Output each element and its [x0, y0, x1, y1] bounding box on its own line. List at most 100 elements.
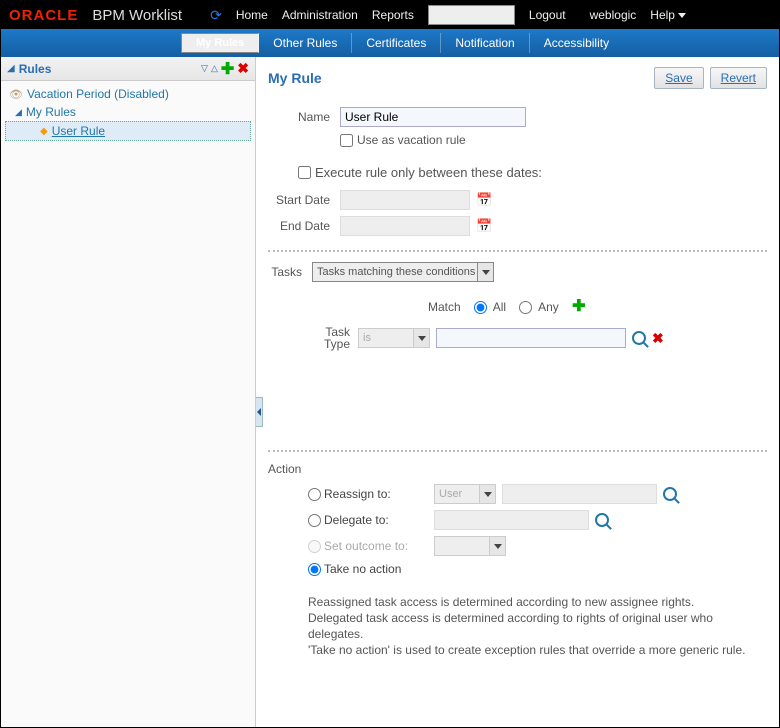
reassign-type-select[interactable]: User	[434, 484, 496, 504]
tree-label: My Rules	[26, 105, 76, 119]
execute-dates-checkbox[interactable]	[298, 166, 311, 179]
match-all-label: All	[493, 300, 506, 314]
revert-button[interactable]: Revert	[710, 67, 767, 89]
chevron-down-icon	[678, 13, 686, 18]
name-label: Name	[268, 110, 340, 124]
collapse-sidebar-handle[interactable]	[256, 397, 263, 427]
page-title: My Rule	[268, 70, 648, 86]
remove-condition-icon[interactable]: ✖	[652, 330, 664, 347]
calendar-icon[interactable]: 📅	[476, 218, 492, 234]
nav-home[interactable]: Home	[236, 8, 268, 22]
noaction-radio[interactable]	[308, 563, 321, 576]
name-input[interactable]	[340, 107, 526, 127]
tab-my-rules[interactable]: My Rules	[181, 33, 259, 53]
help-line: Delegated task access is determined acco…	[308, 610, 767, 642]
rules-tree: 👁 Vacation Period (Disabled) ◢ My Rules …	[1, 81, 255, 145]
name-row: Name	[268, 107, 767, 127]
chevron-down-icon	[477, 263, 493, 281]
chevron-down-icon	[479, 485, 495, 503]
tree-user-rule[interactable]: ◆ User Rule	[5, 121, 251, 141]
delegate-input[interactable]	[434, 510, 589, 530]
divider	[268, 250, 767, 252]
help-line: Reassigned task access is determined acc…	[308, 594, 767, 610]
sort-asc-icon[interactable]: ▽	[201, 63, 208, 74]
end-date-input[interactable]	[340, 216, 470, 236]
rules-panel-title: Rules	[19, 62, 198, 76]
start-date-input[interactable]	[340, 190, 470, 210]
outcome-row: Set outcome to:	[308, 536, 767, 556]
rules-panel-header: ◢ Rules ▽ △ ✚ ✖	[1, 57, 255, 81]
tab-certificates[interactable]: Certificates	[352, 33, 441, 53]
app-title: BPM Worklist	[92, 7, 182, 24]
eye-icon: 👁	[9, 88, 23, 101]
tree-my-rules[interactable]: ◢ My Rules	[5, 103, 251, 121]
reassign-radio[interactable]	[308, 488, 321, 501]
collapse-icon[interactable]: ◢	[7, 63, 15, 74]
add-rule-icon[interactable]: ✚	[221, 59, 234, 79]
noaction-row: Take no action	[308, 562, 767, 576]
nav-preferences[interactable]: Preferences	[428, 5, 515, 25]
reassign-input[interactable]	[502, 484, 657, 504]
save-button[interactable]: Save	[654, 67, 703, 89]
tab-accessibility[interactable]: Accessibility	[530, 33, 623, 53]
delegate-label: Delegate to:	[324, 513, 434, 527]
tree-label: Vacation Period (Disabled)	[27, 87, 169, 101]
tasks-row: Tasks Tasks matching these conditions	[268, 262, 767, 282]
delegate-radio[interactable]	[308, 514, 321, 527]
start-date-row: Start Date 📅	[268, 190, 767, 210]
chevron-down-icon	[489, 537, 505, 555]
top-nav: Home Administration Reports Preferences …	[236, 5, 686, 25]
action-grid: Reassign to: User Delegate to: Set outco…	[268, 484, 767, 576]
tab-bar: My Rules Other Rules Certificates Notifi…	[1, 29, 779, 57]
content-area: My Rule Save Revert Name Use as vacation…	[256, 57, 779, 727]
noaction-label: Take no action	[324, 562, 434, 576]
reassign-label: Reassign to:	[324, 487, 434, 501]
main-area: ◢ Rules ▽ △ ✚ ✖ 👁 Vacation Period (Disab…	[1, 57, 779, 727]
task-type-op-value: is	[363, 332, 371, 344]
search-icon[interactable]	[663, 487, 677, 501]
refresh-icon[interactable]: ⟳	[210, 7, 222, 24]
vacation-checkbox[interactable]	[340, 134, 353, 147]
tasks-label: Tasks	[268, 265, 312, 279]
nav-reports[interactable]: Reports	[372, 8, 414, 22]
search-icon[interactable]	[632, 331, 646, 345]
execute-cb-row: Execute rule only between these dates:	[268, 165, 767, 180]
reassign-row: Reassign to: User	[308, 484, 767, 504]
nav-help[interactable]: Help	[650, 8, 686, 22]
tab-other-rules[interactable]: Other Rules	[259, 33, 352, 53]
outcome-radio	[308, 540, 321, 553]
task-type-input[interactable]	[436, 328, 626, 348]
match-all-radio[interactable]	[474, 301, 487, 314]
nav-logout[interactable]: Logout	[529, 8, 566, 22]
outcome-select	[434, 536, 506, 556]
top-bar: ORACLE BPM Worklist ⟳ Home Administratio…	[1, 1, 779, 29]
reassign-type-value: User	[439, 488, 462, 500]
sort-desc-icon[interactable]: △	[211, 63, 218, 74]
match-any-radio[interactable]	[519, 301, 532, 314]
match-any-label: Any	[538, 300, 559, 314]
help-text: Reassigned task access is determined acc…	[268, 594, 767, 658]
nav-user: weblogic	[590, 8, 637, 22]
execute-cb-label: Execute rule only between these dates:	[315, 165, 542, 180]
task-type-op-select[interactable]: is	[358, 328, 430, 348]
task-type-row: Task Type is ✖	[268, 326, 767, 350]
search-icon[interactable]	[595, 513, 609, 527]
nav-administration[interactable]: Administration	[282, 8, 358, 22]
tree-vacation-period[interactable]: 👁 Vacation Period (Disabled)	[5, 85, 251, 103]
outcome-label: Set outcome to:	[324, 539, 434, 553]
help-line: 'Take no action' is used to create excep…	[308, 642, 767, 658]
end-date-row: End Date 📅	[268, 216, 767, 236]
sidebar: ◢ Rules ▽ △ ✚ ✖ 👁 Vacation Period (Disab…	[1, 57, 256, 727]
end-date-label: End Date	[268, 219, 340, 233]
tasks-select[interactable]: Tasks matching these conditions	[312, 262, 494, 282]
add-condition-icon[interactable]: ✚	[572, 298, 585, 315]
calendar-icon[interactable]: 📅	[476, 192, 492, 208]
delete-rule-icon[interactable]: ✖	[237, 60, 249, 77]
delegate-row: Delegate to:	[308, 510, 767, 530]
vacation-cb-label: Use as vacation rule	[357, 133, 466, 147]
tab-notification[interactable]: Notification	[441, 33, 529, 53]
match-label: Match	[428, 300, 471, 314]
chevron-down-icon	[413, 329, 429, 347]
rule-icon: ◆	[40, 126, 48, 137]
expand-icon[interactable]: ◢	[15, 107, 22, 118]
